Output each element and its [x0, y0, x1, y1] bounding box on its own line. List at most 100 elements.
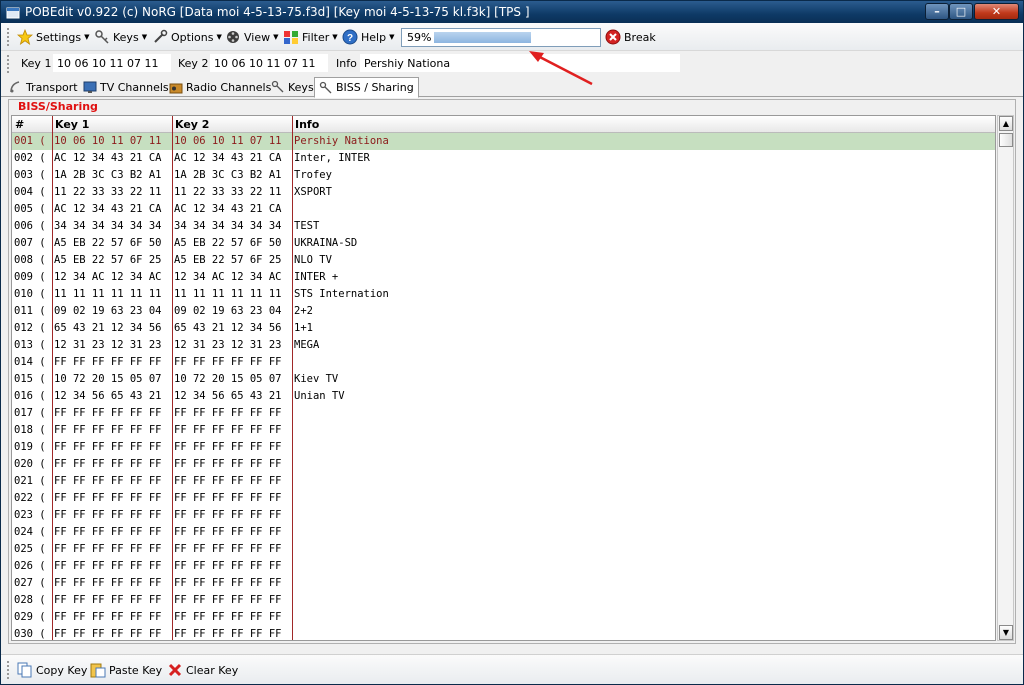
cell-info[interactable]: INTER + — [294, 271, 994, 283]
cell-num[interactable]: 022 ( — [14, 492, 50, 504]
cell-k2[interactable]: FF FF FF FF FF FF — [174, 543, 291, 555]
cell-k1[interactable]: FF FF FF FF FF FF — [54, 526, 171, 538]
biss-key-grid[interactable]: # Key 1 Key 2 Info 001 (10 06 10 11 07 1… — [11, 115, 996, 641]
cell-k1[interactable]: FF FF FF FF FF FF — [54, 577, 171, 589]
cell-num[interactable]: 010 ( — [14, 288, 50, 300]
cell-info[interactable]: 1+1 — [294, 322, 994, 334]
cell-num[interactable]: 006 ( — [14, 220, 50, 232]
cell-k2[interactable]: 10 72 20 15 05 07 — [174, 373, 291, 385]
cell-num[interactable]: 007 ( — [14, 237, 50, 249]
cell-k1[interactable]: 10 72 20 15 05 07 — [54, 373, 171, 385]
cell-num[interactable]: 025 ( — [14, 543, 50, 555]
cell-num[interactable]: 018 ( — [14, 424, 50, 436]
cell-info[interactable]: Unian TV — [294, 390, 994, 402]
cell-info[interactable]: Trofey — [294, 169, 994, 181]
cell-k1[interactable]: AC 12 34 43 21 CA — [54, 152, 171, 164]
table-row[interactable]: 008 (A5 EB 22 57 6F 25 A5 EB 22 57 6F 25 N… — [12, 252, 995, 269]
col-header-num[interactable]: # — [15, 118, 24, 131]
cell-num[interactable]: 026 ( — [14, 560, 50, 572]
table-row[interactable]: 015 (10 72 20 15 05 07 10 72 20 15 05 07 K… — [12, 371, 995, 388]
cell-num[interactable]: 023 ( — [14, 509, 50, 521]
cell-k1[interactable]: 12 31 23 12 31 23 — [54, 339, 171, 351]
cell-k2[interactable]: FF FF FF FF FF FF — [174, 594, 291, 606]
cell-k2[interactable]: 1A 2B 3C C3 B2 A1 — [174, 169, 291, 181]
table-row[interactable]: 026 (FF FF FF FF FF FF FF FF FF FF FF FF — [12, 558, 995, 575]
tab-keys[interactable]: Keys — [271, 77, 314, 97]
cell-num[interactable]: 004 ( — [14, 186, 50, 198]
cell-k1[interactable]: A5 EB 22 57 6F 50 — [54, 237, 171, 249]
table-row[interactable]: 001 (10 06 10 11 07 11 10 06 10 11 07 11 P… — [12, 133, 995, 150]
cell-num[interactable]: 003 ( — [14, 169, 50, 181]
cell-num[interactable]: 024 ( — [14, 526, 50, 538]
cell-num[interactable]: 014 ( — [14, 356, 50, 368]
cell-k1[interactable]: 11 22 33 33 22 11 — [54, 186, 171, 198]
cell-k2[interactable]: 12 34 56 65 43 21 — [174, 390, 291, 402]
col-header-key2[interactable]: Key 2 — [175, 118, 209, 131]
cell-num[interactable]: 029 ( — [14, 611, 50, 623]
options-menu[interactable]: Options ▼ — [152, 28, 222, 46]
minimize-button[interactable]: – — [925, 3, 949, 20]
table-row[interactable]: 010 (11 11 11 11 11 11 11 11 11 11 11 11 S… — [12, 286, 995, 303]
cell-k1[interactable]: 10 06 10 11 07 11 — [54, 135, 171, 147]
title-bar[interactable]: POBEdit v0.922 (c) NoRG [Data moi 4-5-13… — [1, 1, 1023, 23]
cell-info[interactable]: STS Internation — [294, 288, 994, 300]
cell-k1[interactable]: FF FF FF FF FF FF — [54, 407, 171, 419]
table-row[interactable]: 028 (FF FF FF FF FF FF FF FF FF FF FF FF — [12, 592, 995, 609]
cell-k1[interactable]: 09 02 19 63 23 04 — [54, 305, 171, 317]
info-field[interactable]: Pershiy Nationa — [360, 54, 680, 72]
cell-k1[interactable]: FF FF FF FF FF FF — [54, 509, 171, 521]
cell-info[interactable]: TEST — [294, 220, 994, 232]
cell-k1[interactable]: 65 43 21 12 34 56 — [54, 322, 171, 334]
table-row[interactable]: 009 (12 34 AC 12 34 AC 12 34 AC 12 34 AC I… — [12, 269, 995, 286]
col-header-info[interactable]: Info — [295, 118, 319, 131]
table-row[interactable]: 005 (AC 12 34 43 21 CA AC 12 34 43 21 CA — [12, 201, 995, 218]
cell-info[interactable]: Inter, INTER — [294, 152, 994, 164]
cell-k1[interactable]: FF FF FF FF FF FF — [54, 492, 171, 504]
cell-k2[interactable]: 11 11 11 11 11 11 — [174, 288, 291, 300]
cell-info[interactable]: Pershiy Nationa — [294, 135, 994, 147]
cell-k2[interactable]: FF FF FF FF FF FF — [174, 356, 291, 368]
cell-k2[interactable]: 11 22 33 33 22 11 — [174, 186, 291, 198]
cell-k1[interactable]: 12 34 AC 12 34 AC — [54, 271, 171, 283]
vertical-scrollbar[interactable]: ▲ ▼ — [997, 115, 1014, 641]
table-row[interactable]: 030 (FF FF FF FF FF FF FF FF FF FF FF FF — [12, 626, 995, 640]
cell-num[interactable]: 005 ( — [14, 203, 50, 215]
cell-k2[interactable]: 12 31 23 12 31 23 — [174, 339, 291, 351]
cell-k2[interactable]: FF FF FF FF FF FF — [174, 628, 291, 640]
cell-k2[interactable]: FF FF FF FF FF FF — [174, 424, 291, 436]
table-row[interactable]: 007 (A5 EB 22 57 6F 50 A5 EB 22 57 6F 50 U… — [12, 235, 995, 252]
table-row[interactable]: 029 (FF FF FF FF FF FF FF FF FF FF FF FF — [12, 609, 995, 626]
key1-field[interactable]: 10 06 10 11 07 11 — [53, 54, 171, 72]
close-button[interactable]: ✕ — [974, 3, 1019, 20]
table-row[interactable]: 027 (FF FF FF FF FF FF FF FF FF FF FF FF — [12, 575, 995, 592]
tab-transport[interactable]: Transport — [9, 77, 78, 97]
cell-k2[interactable]: FF FF FF FF FF FF — [174, 492, 291, 504]
cell-k1[interactable]: FF FF FF FF FF FF — [54, 611, 171, 623]
cell-num[interactable]: 012 ( — [14, 322, 50, 334]
cell-k1[interactable]: FF FF FF FF FF FF — [54, 441, 171, 453]
table-row[interactable]: 018 (FF FF FF FF FF FF FF FF FF FF FF FF — [12, 422, 995, 439]
table-row[interactable]: 003 (1A 2B 3C C3 B2 A1 1A 2B 3C C3 B2 A1 T… — [12, 167, 995, 184]
view-menu[interactable]: View ▼ — [225, 28, 279, 46]
table-row[interactable]: 019 (FF FF FF FF FF FF FF FF FF FF FF FF — [12, 439, 995, 456]
break-button[interactable]: Break — [605, 28, 656, 46]
tab-radio-channels[interactable]: Radio Channels — [169, 77, 271, 97]
cell-k1[interactable]: FF FF FF FF FF FF — [54, 543, 171, 555]
keyrow-grip[interactable] — [7, 55, 10, 73]
cell-num[interactable]: 016 ( — [14, 390, 50, 402]
cell-info[interactable]: XSPORT — [294, 186, 994, 198]
cell-num[interactable]: 015 ( — [14, 373, 50, 385]
tab-biss-sharing[interactable]: BISS / Sharing — [314, 77, 419, 98]
cell-num[interactable]: 001 ( — [14, 135, 50, 147]
table-row[interactable]: 004 (11 22 33 33 22 11 11 22 33 33 22 11 X… — [12, 184, 995, 201]
toolbar-grip[interactable] — [7, 28, 10, 46]
bottombar-grip[interactable] — [7, 661, 10, 679]
table-row[interactable]: 021 (FF FF FF FF FF FF FF FF FF FF FF FF — [12, 473, 995, 490]
cell-num[interactable]: 009 ( — [14, 271, 50, 283]
cell-k1[interactable]: FF FF FF FF FF FF — [54, 356, 171, 368]
cell-info[interactable]: Kiev TV — [294, 373, 994, 385]
cell-info[interactable]: NLO TV — [294, 254, 994, 266]
cell-k2[interactable]: AC 12 34 43 21 CA — [174, 203, 291, 215]
cell-k2[interactable]: FF FF FF FF FF FF — [174, 475, 291, 487]
cell-k1[interactable]: 1A 2B 3C C3 B2 A1 — [54, 169, 171, 181]
